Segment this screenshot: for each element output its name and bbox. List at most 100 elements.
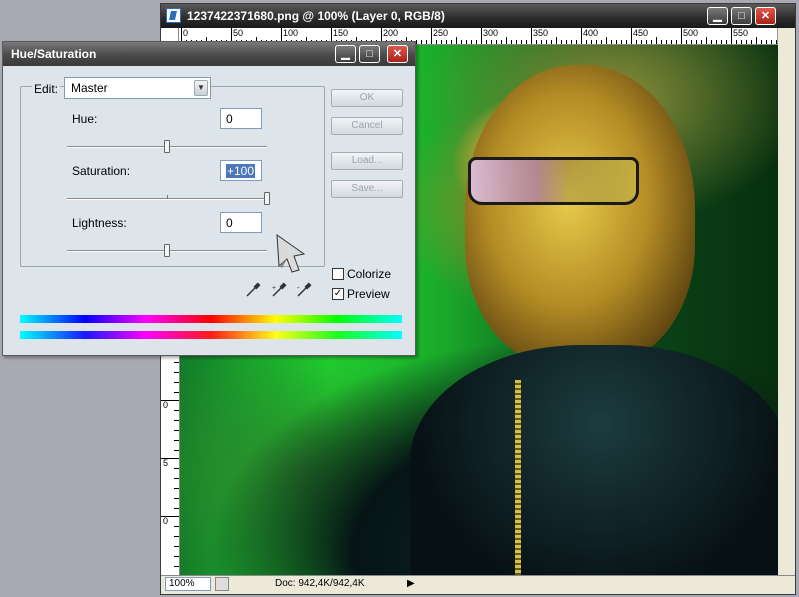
hue-input[interactable]: 0	[220, 108, 262, 129]
ruler-h-minor-tick	[711, 40, 712, 44]
ruler-h-minor-tick	[676, 40, 677, 44]
ruler-v-tick	[174, 566, 179, 567]
ruler-h-minor-tick	[726, 40, 727, 44]
minimize-icon[interactable]: ▁	[707, 7, 728, 25]
hue-saturation-dialog: Hue/Saturation ▁ □ ✕ Edit: Master ▼ Hue:…	[2, 41, 416, 356]
lightness-slider-thumb[interactable]	[164, 244, 170, 257]
ruler-h-label: 150	[333, 28, 349, 38]
ruler-h-minor-tick	[576, 40, 577, 44]
ruler-h-label: 100	[283, 28, 299, 38]
ruler-h-minor-tick	[516, 40, 517, 44]
ruler-h-minor-tick	[736, 40, 737, 44]
maximize-icon[interactable]: □	[359, 45, 380, 63]
image-jacket	[410, 345, 778, 578]
preview-label[interactable]: Preview	[347, 287, 390, 301]
ruler-h-minor-tick	[661, 40, 662, 44]
ruler-h-minor-tick	[621, 40, 622, 44]
ruler-h-minor-tick	[756, 37, 757, 44]
eyedropper-icon[interactable]	[245, 282, 261, 298]
document-titlebar[interactable]: 1237422371680.png @ 100% (Layer 0, RGB/8…	[161, 4, 795, 28]
ruler-h-major-tick	[681, 28, 682, 44]
ruler-h-minor-tick	[766, 40, 767, 44]
ruler-h-minor-tick	[771, 40, 772, 44]
ruler-v-tick	[174, 372, 179, 373]
ruler-h-minor-tick	[746, 40, 747, 44]
eyedropper-plus-icon[interactable]: +	[271, 282, 287, 298]
lightness-input[interactable]: 0	[220, 212, 262, 233]
status-arrow-icon[interactable]: ▶	[407, 578, 415, 589]
ruler-h-label: 300	[483, 28, 499, 38]
ruler-h-major-tick	[631, 28, 632, 44]
ruler-h-minor-tick	[601, 40, 602, 44]
ruler-h-label: 400	[583, 28, 599, 38]
ruler-h-minor-tick	[611, 40, 612, 44]
ruler-v-tick	[161, 458, 179, 459]
ruler-h-minor-tick	[526, 40, 527, 44]
minimize-icon[interactable]: ▁	[335, 45, 356, 63]
ruler-h-minor-tick	[471, 40, 472, 44]
ruler-h-minor-tick	[586, 40, 587, 44]
dialog-titlebar[interactable]: Hue/Saturation ▁ □ ✕	[3, 42, 415, 66]
edit-label: Edit:	[32, 82, 61, 96]
save-button[interactable]: Save...	[331, 180, 403, 198]
ok-button[interactable]: OK	[331, 89, 403, 107]
svg-text:-: -	[297, 283, 300, 292]
saturation-slider-thumb[interactable]	[264, 192, 270, 205]
close-icon[interactable]: ✕	[387, 45, 408, 63]
ruler-v-tick	[174, 410, 179, 411]
saturation-center-tick	[167, 195, 168, 199]
ruler-h-minor-tick	[641, 40, 642, 44]
lightness-label: Lightness:	[72, 216, 127, 230]
ruler-h-minor-tick	[696, 40, 697, 44]
eyedropper-minus-icon[interactable]: -	[296, 282, 312, 298]
dialog-title: Hue/Saturation	[11, 47, 97, 61]
ruler-h-minor-tick	[706, 37, 707, 44]
vertical-scrollbar[interactable]	[777, 28, 795, 576]
ruler-h-minor-tick	[451, 40, 452, 44]
ruler-h-minor-tick	[616, 40, 617, 44]
hue-slider-thumb[interactable]	[164, 140, 170, 153]
ruler-h-minor-tick	[491, 40, 492, 44]
svg-text:+: +	[272, 285, 276, 292]
ruler-h-label: 50	[233, 28, 244, 38]
ruler-h-minor-tick	[716, 40, 717, 44]
ruler-h-minor-tick	[596, 40, 597, 44]
ruler-h-label: 500	[683, 28, 699, 38]
ruler-h-minor-tick	[761, 40, 762, 44]
ruler-h-minor-tick	[466, 40, 467, 44]
ruler-v-tick	[174, 498, 179, 499]
hue-label: Hue:	[72, 112, 98, 126]
image-zipper	[515, 380, 521, 578]
ruler-v-tick	[174, 450, 179, 451]
ruler-h-minor-tick	[486, 40, 487, 44]
ruler-h-minor-tick	[566, 40, 567, 44]
zoom-level-field[interactable]: 100%	[165, 577, 211, 591]
preview-checkbox[interactable]: ✓	[332, 288, 344, 300]
load-button[interactable]: Load...	[331, 152, 403, 170]
pointer-cursor-icon	[276, 233, 306, 273]
colorize-checkbox[interactable]	[332, 268, 344, 280]
chevron-down-icon[interactable]: ▼	[194, 80, 208, 96]
ruler-h-minor-tick	[646, 40, 647, 44]
ruler-v-tick	[174, 556, 179, 557]
ruler-h-minor-tick	[751, 40, 752, 44]
colorize-label[interactable]: Colorize	[347, 267, 391, 281]
ruler-h-minor-tick	[546, 40, 547, 44]
ruler-v-tick	[174, 362, 179, 363]
status-menu-button[interactable]	[215, 577, 229, 591]
cancel-button[interactable]: Cancel	[331, 117, 403, 135]
saturation-input[interactable]: +100	[220, 160, 262, 181]
ruler-h-minor-tick	[521, 40, 522, 44]
maximize-icon[interactable]: □	[731, 7, 752, 25]
close-icon[interactable]: ✕	[755, 7, 776, 25]
ruler-h-minor-tick	[571, 40, 572, 44]
ruler-h-major-tick	[431, 28, 432, 44]
ruler-h-major-tick	[731, 28, 732, 44]
ruler-v-tick	[174, 508, 179, 509]
ruler-h-minor-tick	[651, 40, 652, 44]
edit-select[interactable]: Master ▼	[64, 77, 211, 99]
ruler-h-label: 550	[733, 28, 749, 38]
ruler-v-tick	[174, 478, 179, 479]
ruler-h-minor-tick	[501, 40, 502, 44]
ruler-v-tick	[174, 536, 179, 537]
